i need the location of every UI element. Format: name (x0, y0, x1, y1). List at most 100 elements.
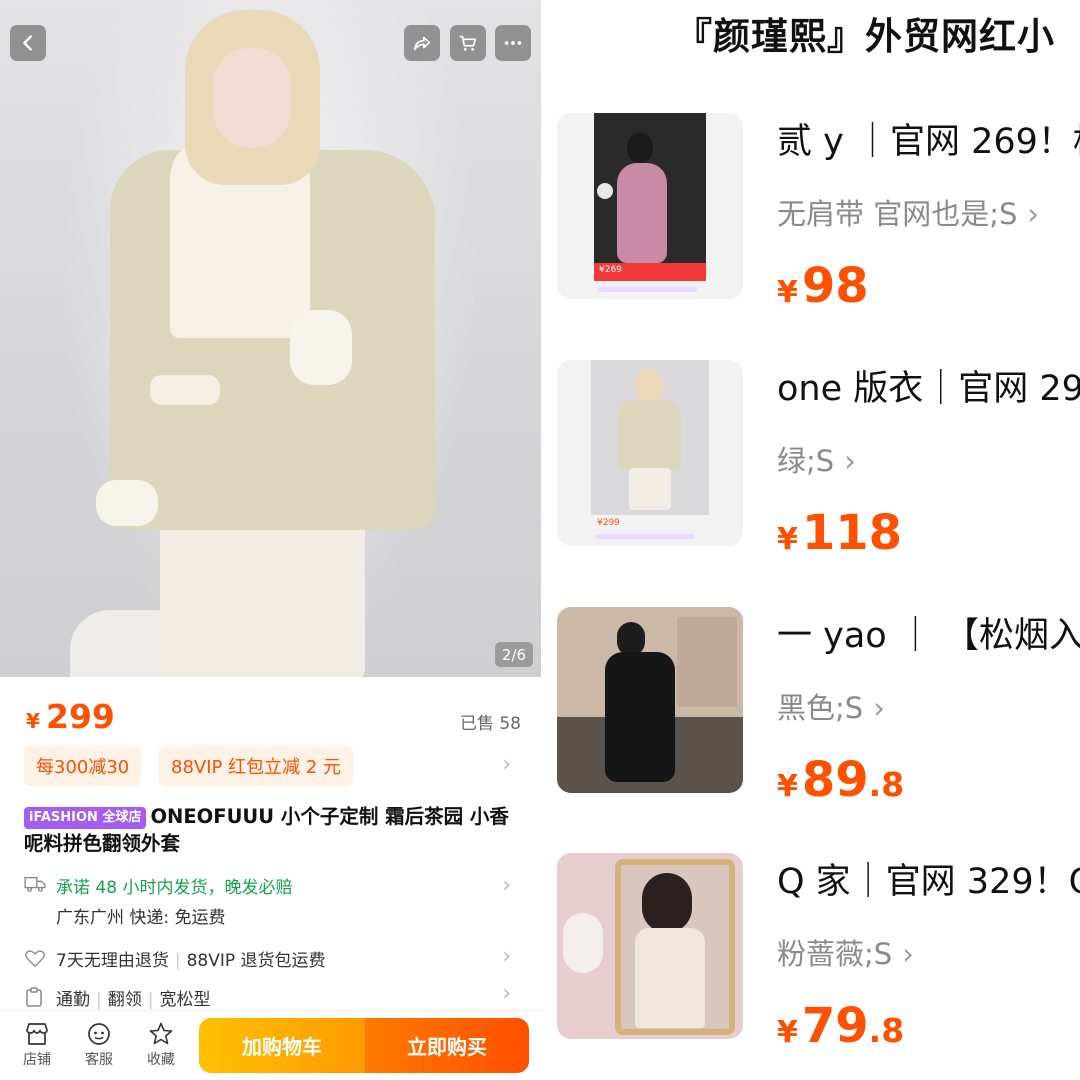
item-price-currency: ¥ (777, 275, 798, 310)
list-item[interactable]: ¥299 one 版衣｜官网 29 绿;S › ¥118 (541, 360, 1080, 561)
item-price-int: 118 (801, 505, 903, 561)
heart-icon (25, 950, 45, 968)
attr-collar: 翻领 (107, 990, 142, 1010)
thumb-tag-bar (597, 287, 697, 292)
shipping-origin: 广东广州 快递: 免运费 (56, 908, 226, 928)
item-thumbnail (557, 607, 743, 793)
chevron-right-icon: › (502, 944, 511, 969)
more-button[interactable] (495, 25, 531, 61)
thumb-hair (617, 622, 645, 656)
promo-row[interactable]: 每300减30 88VIP 红包立减 2 元 › (24, 746, 519, 786)
star-icon (149, 1022, 173, 1045)
item-price: ¥89.8 (777, 752, 904, 808)
cart-button[interactable] (450, 25, 486, 61)
item-spec[interactable]: 绿;S › (777, 438, 856, 480)
image-page-indicator: 2/6 (495, 642, 533, 667)
returns-policy: 7天无理由退货 (56, 951, 169, 971)
shop-items-panel: 『颜瑾熙』外贸网红小 ¥269 贰 y ｜官网 269！松 无肩带 官网也是;S… (541, 0, 1080, 1080)
product-detail-panel: 2/6 ¥ 299 已售 58 每300减30 88VIP 红包立减 2 元 ›… (0, 0, 541, 1080)
thumb-hair (635, 368, 663, 404)
item-spec[interactable]: 无肩带 官网也是;S › (777, 191, 1039, 233)
attributes-row[interactable]: 通勤 | 翻领 | 宽松型 › (24, 981, 519, 1011)
item-spec-text: 绿;S (777, 444, 835, 478)
model-cuff-right (290, 310, 352, 385)
chevron-right-icon: › (502, 873, 511, 898)
truck-icon (24, 877, 46, 892)
thumb-skirt (629, 468, 671, 510)
tab-favorite[interactable]: 收藏 (136, 1021, 186, 1069)
store-icon (26, 1023, 48, 1045)
thumb-screen (677, 617, 737, 707)
item-price-int: 89 (801, 752, 869, 808)
item-spec-text: 粉蔷薇;S (777, 937, 893, 971)
item-spec-text: 无肩带 官网也是;S (777, 197, 1018, 231)
item-thumbnail: ¥299 (557, 360, 743, 546)
item-price-dec: .8 (868, 765, 905, 804)
chevron-right-icon: › (502, 752, 511, 777)
thumb-hair (627, 133, 653, 163)
product-title: iFASHION 全球店 ONEOFUUU 小个子定制 霜后茶园 小香呢料拼色翻领… (24, 803, 519, 859)
model-face (213, 48, 291, 148)
clipboard-icon (26, 987, 42, 1007)
thumb-dress (605, 652, 675, 782)
chevron-right-icon: › (902, 937, 914, 971)
shipping-row[interactable]: 承诺 48 小时内发货，晚发必赔 广东广州 快递: 免运费 › (24, 873, 519, 933)
tab-store[interactable]: 店铺 (12, 1021, 62, 1069)
attr-fit: 宽松型 (159, 990, 211, 1010)
returns-text: 7天无理由退货 | 88VIP 退货包运费 (56, 946, 326, 971)
chevron-right-icon: › (1027, 197, 1040, 231)
more-icon (504, 41, 522, 45)
add-to-cart-button[interactable]: 加购物车 (199, 1018, 365, 1073)
chevron-right-icon: › (502, 981, 511, 1006)
item-thumbnail (557, 853, 743, 1039)
bottom-action-bar: 店铺 客服 收藏 加购物车 立即购买 (0, 1010, 541, 1080)
divider: | (147, 990, 154, 1010)
promo-tag-discount[interactable]: 每300减30 (24, 746, 142, 786)
tab-customer-service[interactable]: 客服 (74, 1021, 124, 1069)
shipping-promise: 承诺 48 小时内发货，晚发必赔 (56, 878, 293, 898)
price-currency: ¥ (26, 709, 40, 733)
thumb-price: ¥299 (597, 518, 620, 528)
promo-tag-vip[interactable]: 88VIP 红包立减 2 元 (159, 746, 353, 786)
product-image-carousel[interactable]: 2/6 (0, 0, 541, 677)
thumb-hair (642, 873, 692, 933)
item-name: Q 家｜官网 329！Q (777, 862, 1080, 902)
item-spec-text: 黑色;S (777, 691, 864, 725)
item-spec[interactable]: 粉蔷薇;S › (777, 931, 914, 973)
item-price-currency: ¥ (777, 1015, 798, 1050)
returns-vip: 88VIP 退货包运费 (186, 951, 326, 971)
list-item[interactable]: Q 家｜官网 329！Q 粉蔷薇;S › ¥79.8 (541, 853, 1080, 1054)
chevron-right-icon: › (844, 444, 856, 478)
item-price-int: 98 (801, 258, 869, 314)
attributes-text: 通勤 | 翻领 | 宽松型 (56, 985, 210, 1010)
list-item[interactable]: 一 yao ｜ 【松烟入墨 黑色;S › ¥89.8 (541, 607, 1080, 808)
item-name: one 版衣｜官网 29 (777, 369, 1080, 409)
ifashion-badge: iFASHION 全球店 (24, 807, 147, 829)
buy-now-button[interactable]: 立即购买 (365, 1018, 529, 1073)
tab-favorite-label: 收藏 (147, 1052, 175, 1068)
chevron-right-icon: › (873, 691, 885, 725)
model-cuff-left (96, 480, 158, 526)
thumb-price: ¥269 (599, 265, 622, 275)
model-skirt (160, 520, 365, 677)
item-price: ¥118 (777, 505, 902, 561)
returns-row[interactable]: 7天无理由退货 | 88VIP 退货包运费 › (24, 944, 519, 974)
cart-icon (459, 35, 477, 51)
price-row: ¥ 299 已售 58 (26, 697, 521, 737)
sold-count: 已售 58 (459, 714, 521, 734)
share-button[interactable] (404, 25, 440, 61)
item-name: 贰 y ｜官网 269！松 (777, 122, 1080, 162)
item-price-currency: ¥ (777, 522, 798, 557)
model-pocket (150, 375, 220, 405)
share-icon (413, 36, 431, 51)
list-item[interactable]: ¥269 贰 y ｜官网 269！松 无肩带 官网也是;S › ¥98 (541, 113, 1080, 314)
attr-style: 通勤 (56, 990, 90, 1010)
thumb-flowers (563, 913, 603, 973)
price-value: 299 (46, 697, 115, 736)
item-price-currency: ¥ (777, 769, 798, 804)
thumb-blouse (635, 928, 705, 1028)
item-spec[interactable]: 黑色;S › (777, 685, 885, 727)
item-price-dec: .8 (868, 1011, 905, 1050)
tab-customer-service-label: 客服 (85, 1052, 113, 1068)
back-button[interactable] (10, 25, 46, 61)
